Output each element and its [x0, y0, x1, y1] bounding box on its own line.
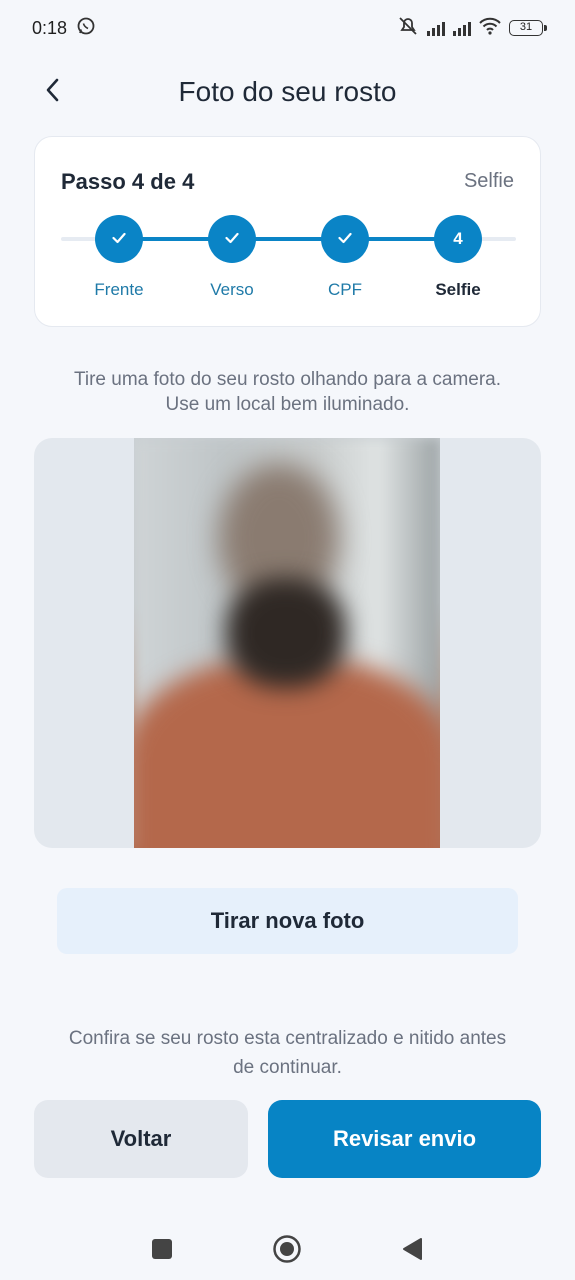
signal-icon [453, 20, 471, 36]
selfie-photo [134, 438, 440, 848]
check-icon [338, 229, 352, 249]
battery-icon: 31 [509, 20, 547, 36]
back-action-button[interactable]: Voltar [34, 1100, 248, 1178]
step-label-frente: Frente [94, 280, 144, 299]
step-node-frente [95, 215, 143, 263]
instruction-text: Tire uma foto do seu rosto olhando para … [30, 367, 545, 417]
retake-photo-button[interactable]: Tirar nova foto [57, 888, 518, 954]
hint-line-1: Confira se seu rosto esta centralizado e… [68, 1028, 507, 1049]
chevron-left-icon [44, 77, 60, 108]
hint-text: Confira se seu rosto esta centralizado e… [30, 1024, 545, 1082]
hint-line-2: de continuar. [233, 1057, 342, 1078]
back-button[interactable] [32, 74, 72, 110]
step-node-selfie: 4 [434, 215, 482, 263]
header: Foto do seu rosto [0, 62, 575, 122]
progress-fill [119, 237, 459, 241]
signal-icon [427, 20, 445, 36]
wifi-icon [479, 17, 501, 40]
step-label-selfie: Selfie [435, 280, 481, 299]
system-navbar [0, 1215, 575, 1280]
page-title: Foto do seu rosto [178, 76, 397, 107]
step-label-cpf: CPF [328, 280, 362, 299]
step-label-verso: Verso [210, 280, 254, 299]
status-right: 31 [397, 16, 547, 41]
photo-preview-frame [34, 438, 541, 848]
current-step-label: Selfie [463, 170, 514, 192]
step-number: 4 [453, 229, 463, 248]
whatsapp-icon [77, 17, 95, 40]
home-icon[interactable] [271, 1233, 303, 1265]
check-icon [225, 229, 239, 249]
status-left: 0:18 [32, 17, 95, 40]
step-node-verso [208, 215, 256, 263]
instruction-line-2: Use um local bem iluminado. [165, 394, 410, 415]
back-icon[interactable] [396, 1233, 428, 1265]
status-bar: 0:18 31 [0, 0, 575, 56]
battery-level: 31 [519, 21, 533, 33]
status-time: 0:18 [32, 17, 68, 38]
step-counter: Passo 4 de 4 [61, 169, 195, 194]
check-icon [112, 229, 126, 249]
mute-icon [397, 16, 419, 41]
review-submit-button[interactable]: Revisar envio [268, 1100, 541, 1178]
recents-icon[interactable] [146, 1233, 178, 1265]
stepper-card: Passo 4 de 4 Selfie 4 Frente Verso CPF S… [34, 136, 541, 327]
instruction-line-1: Tire uma foto do seu rosto olhando para … [73, 369, 502, 390]
step-node-cpf [321, 215, 369, 263]
